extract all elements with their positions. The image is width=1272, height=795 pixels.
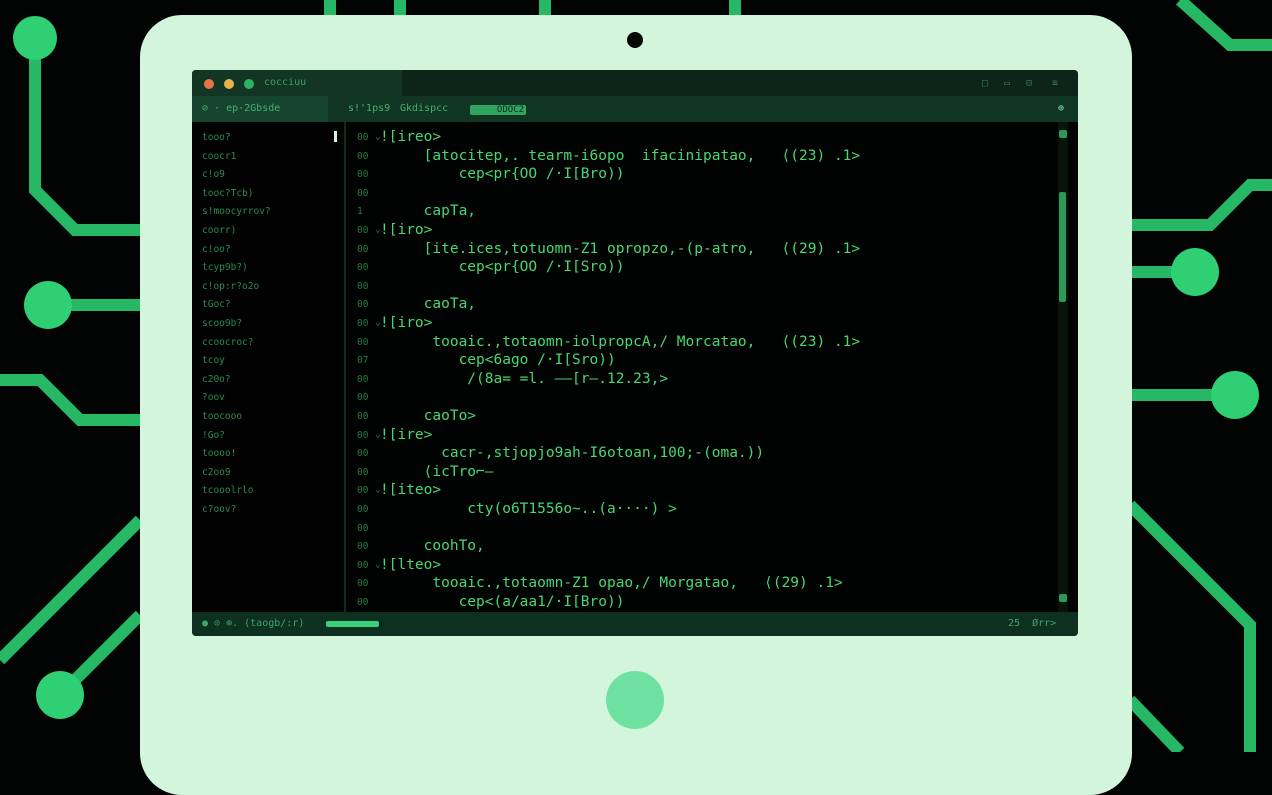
sidebar-file-item[interactable]: tGoc? <box>202 299 231 310</box>
line-number: 00 <box>357 187 369 199</box>
line-number: 00 <box>357 559 369 571</box>
line-number: 00 <box>357 373 369 385</box>
sidebar-file-item[interactable]: c!op:r?o2o <box>202 281 259 292</box>
line-number: 00 <box>357 597 369 608</box>
code-line: [atocitep,. tearm-i6opo ifacinipatao, ⟨(… <box>380 147 861 164</box>
scrollbar-thumb[interactable] <box>1059 192 1066 302</box>
scroll-down-button[interactable] <box>1059 594 1067 602</box>
code-editor-window: cocciuu □ ▭ ⊟ ≡ ⊘ · ep·2Gbsde s!'1ps9 Gk… <box>192 70 1078 636</box>
code-line: ⟨icTro⌐— <box>380 463 494 480</box>
status-right[interactable]: 25 Ørr> <box>1008 618 1056 629</box>
code-line: caoTa, <box>380 296 477 313</box>
progress-bar <box>326 621 382 627</box>
code-line: cep<6ago /·I[Sro)) <box>380 352 616 369</box>
line-number: 00 <box>357 318 369 329</box>
toolbar-item[interactable]: s!'1ps9 <box>348 103 390 114</box>
line-number: 00 <box>357 169 369 181</box>
code-line: cep<pr{OO /·I[Bro)) <box>380 166 625 183</box>
sidebar-file-item[interactable]: toooo! <box>202 448 236 459</box>
camera-icon <box>627 32 643 48</box>
line-number: 00 <box>357 225 369 236</box>
line-number: 00 <box>357 243 369 255</box>
sidebar-file-item[interactable]: s!moocyrrov? <box>202 206 271 217</box>
maximize-button[interactable] <box>244 79 254 89</box>
sidebar-file-item[interactable]: coorr) <box>202 225 236 236</box>
toolbar-badge[interactable]: ODOC2 <box>470 105 526 115</box>
sidebar-file-item[interactable]: !Go? <box>202 430 225 441</box>
text-cursor <box>334 131 337 142</box>
line-number: 00 <box>357 522 369 534</box>
progress-fill <box>326 621 380 627</box>
window-control-icon[interactable]: □ <box>982 78 988 89</box>
code-line: ![lteo> <box>380 556 442 573</box>
status-left[interactable]: ● ⊙ ⊚. (taogb/:r) <box>202 618 304 629</box>
line-number: 00 <box>357 262 369 274</box>
code-line: ![iro> <box>380 222 433 238</box>
line-number: 00 <box>357 132 369 143</box>
sidebar-file-item[interactable]: c!oo? <box>202 244 231 255</box>
code-line: tooaic.,totaomn-iolpropcA,/ Morcatao, ⟨(… <box>380 333 861 350</box>
menu-icon[interactable]: ≡ <box>1052 78 1058 89</box>
line-number: 00 <box>357 485 369 497</box>
minimize-button[interactable] <box>224 79 234 89</box>
sidebar-file-item[interactable]: tooc?Tcb) <box>202 188 253 199</box>
gutter-divider <box>344 122 346 612</box>
close-button[interactable] <box>204 79 214 89</box>
line-number: 00 <box>357 150 369 162</box>
code-line: /(8a= =l. ——[r—.12.23,> <box>380 370 669 387</box>
line-number: 00 <box>357 280 369 292</box>
code-line: caoTo> <box>380 408 477 424</box>
title-bar: cocciuu □ ▭ ⊟ ≡ <box>192 70 1078 96</box>
explorer-label[interactable]: ⊘ · ep·2Gbsde <box>202 103 280 114</box>
line-number: 00 <box>357 429 369 441</box>
code-line: coohTo, <box>380 538 485 555</box>
window-title: cocciuu <box>264 77 307 88</box>
toolbar-item[interactable]: Gkdispcc <box>400 103 448 114</box>
line-number: 1 <box>357 206 363 218</box>
code-line: capTa, <box>380 203 477 220</box>
status-bar: ● ⊙ ⊚. (taogb/:r) 25 Ørr> <box>192 612 1078 636</box>
sidebar-file-item[interactable]: coocr1 <box>202 151 236 162</box>
line-number: 00 <box>357 466 369 478</box>
sidebar-file-item[interactable]: scoo9b? <box>202 318 242 329</box>
sidebar-file-item[interactable]: tcyp9b?) <box>202 262 248 273</box>
code-line: tooaic.,totaomn-Z1 opao,/ Morgatao, ⟨(29… <box>380 575 843 592</box>
sidebar-file-item[interactable]: tcoy <box>202 355 225 366</box>
window-control-icon[interactable]: ⊟ <box>1026 78 1032 89</box>
code-line: ![ire> <box>380 426 433 443</box>
toolbar: ⊘ · ep·2Gbsde s!'1ps9 Gkdispcc ODOC2 ⊕ <box>192 96 1078 122</box>
line-number: 00 <box>357 578 369 590</box>
sidebar-file-item[interactable]: ccoocroc? <box>202 337 253 348</box>
line-number: 00 <box>357 448 369 460</box>
file-explorer-sidebar: tooo? coocr1 c!o9 tooc?Tcb) s!moocyrrov? coor… <box>192 122 328 612</box>
line-number: 00 <box>357 299 369 311</box>
sidebar-file-item[interactable]: toocooo <box>202 411 242 422</box>
sidebar-file-item[interactable]: c?oov? <box>202 504 236 515</box>
sidebar-file-item[interactable]: ?oov <box>202 392 225 403</box>
sidebar-file-item[interactable]: c20o? <box>202 374 231 385</box>
code-line: cty(o6T1556o~..(a····) > <box>380 501 677 517</box>
line-number: 07 <box>357 355 369 367</box>
line-number: 00 <box>357 504 369 515</box>
code-line: ![ireo> <box>380 129 442 145</box>
sidebar-file-item[interactable]: tcooolrlo <box>202 485 253 496</box>
line-number: 00 <box>357 411 369 422</box>
sidebar-file-item[interactable]: c2oo9 <box>202 467 231 478</box>
home-button[interactable] <box>606 671 664 729</box>
code-line: cep<pr{OO /·I[Sro)) <box>380 259 625 276</box>
sidebar-file-item[interactable]: tooo? <box>202 132 231 143</box>
add-icon[interactable]: ⊕ <box>1058 103 1064 114</box>
code-line: cep<(a/aa1/·I[Bro)) <box>380 594 625 610</box>
line-number: 00 <box>357 541 369 553</box>
window-control-icon[interactable]: ▭ <box>1004 78 1010 89</box>
code-line: cacr-,stjopjo9ah-I6otoan,100;-(oma.)) <box>380 445 765 462</box>
line-number: 00 <box>357 392 369 404</box>
line-number: 00 <box>357 336 369 348</box>
scroll-up-button[interactable] <box>1059 130 1067 138</box>
code-line: ![iteo> <box>380 482 442 499</box>
sidebar-file-item[interactable]: c!o9 <box>202 169 225 180</box>
explorer-header: ⊘ · ep·2Gbsde <box>192 96 328 122</box>
code-line: [ite.ices,totuomn-Z1 opropzo,-(p-atro, ⟨… <box>380 240 861 257</box>
code-line: ![iro> <box>380 315 433 331</box>
